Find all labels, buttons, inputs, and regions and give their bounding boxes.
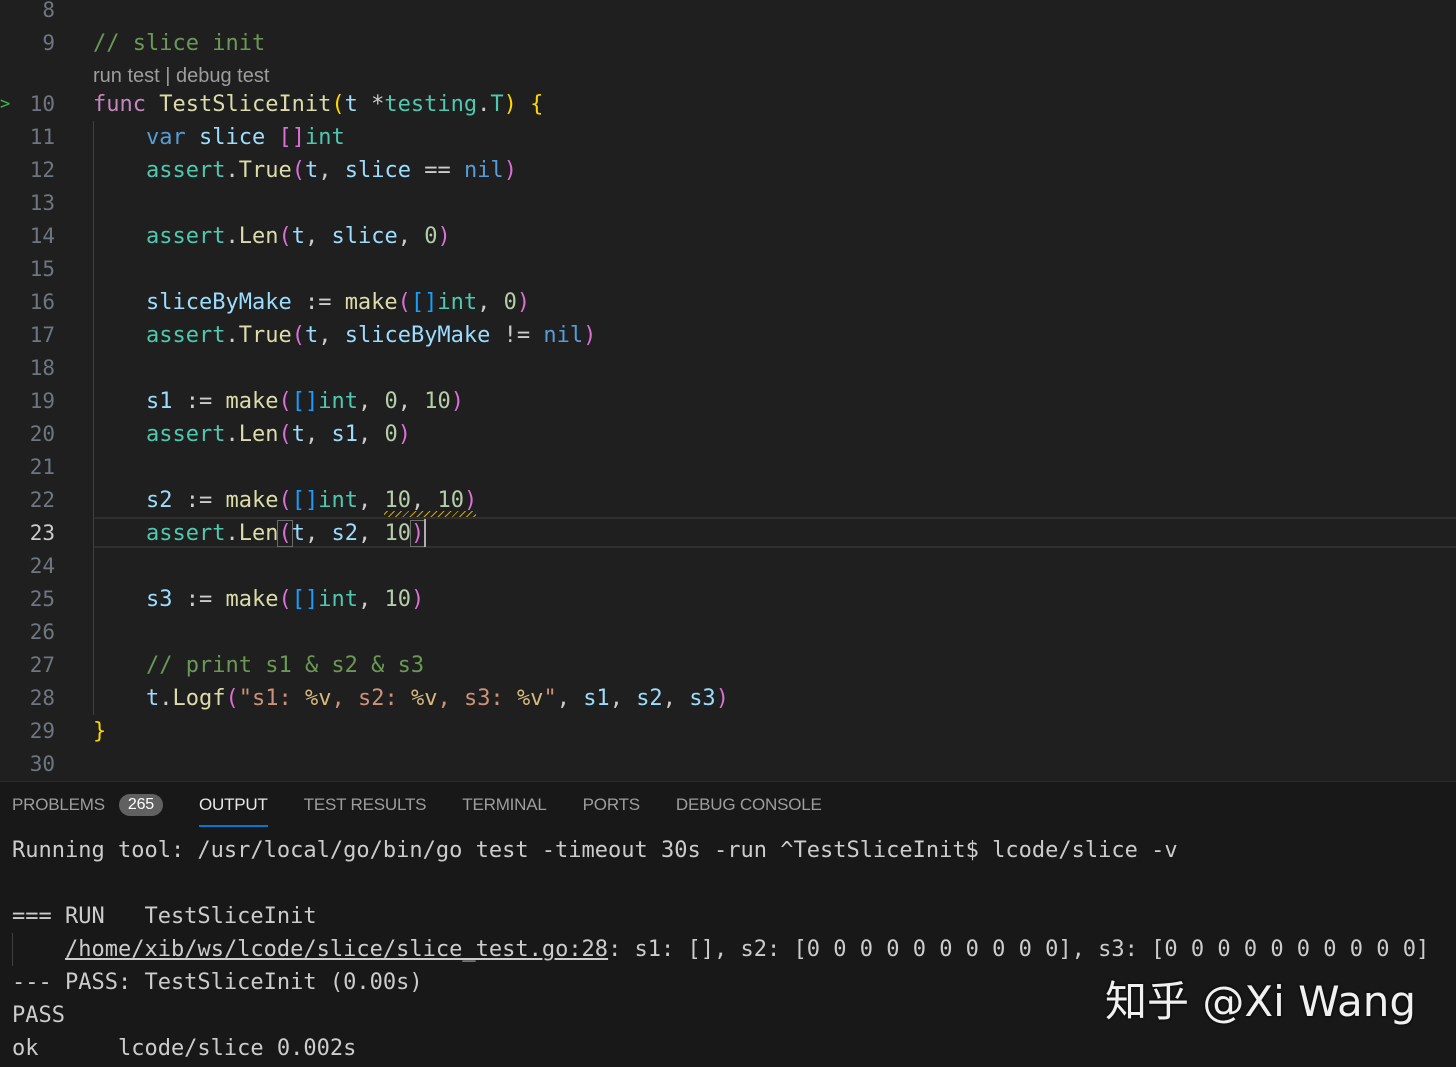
- line-number: 30: [29, 752, 55, 776]
- code-line: 18: [0, 352, 1456, 385]
- output-line-run: === RUN TestSliceInit: [12, 904, 317, 929]
- code-line: 17 assert.True(t, sliceByMake != nil): [0, 319, 1456, 352]
- tab-label: OUTPUT: [198, 795, 268, 814]
- output-line-pass-test: --- PASS: TestSliceInit (0.00s): [12, 970, 423, 995]
- line-number: 21: [29, 455, 55, 479]
- line-number: 9: [42, 31, 55, 55]
- code-editor[interactable]: 8 9 // slice init run test | debug test …: [0, 0, 1456, 781]
- code-line: 24: [0, 550, 1456, 583]
- code-line: 29 }: [0, 715, 1456, 748]
- code-text: }: [93, 719, 107, 744]
- line-number: 11: [29, 125, 55, 149]
- code-line: 22 s2 := make([]int, 10, 10): [0, 484, 1456, 517]
- code-line: 19 s1 := make([]int, 0, 10): [0, 385, 1456, 418]
- line-number: 24: [29, 554, 55, 578]
- line-number: 23: [29, 521, 55, 545]
- source-file-link[interactable]: /home/xib/ws/lcode/slice/slice_test.go:2…: [65, 937, 608, 962]
- code-text: s3 := make([]int, 10): [146, 587, 425, 612]
- tab-label: PORTS: [582, 795, 640, 814]
- code-line: 21: [0, 451, 1456, 484]
- tab-label: PROBLEMS: [12, 795, 105, 814]
- line-number: 14: [29, 224, 55, 248]
- tab-ports[interactable]: PORTS: [583, 782, 640, 828]
- line-number: 13: [29, 191, 55, 215]
- code-text: assert.Len(t, s2, 10): [146, 520, 426, 547]
- code-line: 12 assert.True(t, slice == nil): [0, 154, 1456, 187]
- code-line: 30: [0, 748, 1456, 781]
- code-line: > 10 func TestSliceInit(t *testing.T) {: [0, 88, 1456, 121]
- code-line: 20 assert.Len(t, s1, 0): [0, 418, 1456, 451]
- code-line: 26: [0, 616, 1456, 649]
- code-line: 28 t.Logf("s1: %v, s2: %v, s3: %v", s1, …: [0, 682, 1456, 715]
- code-line: 16 sliceByMake := make([]int, 0): [0, 286, 1456, 319]
- line-number: 18: [29, 356, 55, 380]
- line-number: 12: [29, 158, 55, 182]
- code-line: 27 // print s1 & s2 & s3: [0, 649, 1456, 682]
- panel-tabs: PROBLEMS 265 OUTPUT TEST RESULTS TERMINA…: [12, 782, 858, 828]
- code-line: 23 assert.Len(t, s2, 10): [0, 517, 1456, 550]
- tab-label: DEBUG CONSOLE: [675, 795, 822, 814]
- text-cursor: [424, 519, 426, 547]
- code-text: func TestSliceInit(t *testing.T) {: [93, 92, 544, 117]
- line-number: 8: [42, 0, 55, 22]
- line-number: 19: [29, 389, 55, 413]
- code-text: assert.Len(t, slice, 0): [146, 224, 451, 249]
- code-text: assert.True(t, slice == nil): [146, 158, 517, 183]
- code-line: 8: [0, 0, 1456, 27]
- output-line-ok: ok lcode/slice 0.002s: [12, 1036, 357, 1061]
- indent-guide: [93, 121, 94, 715]
- line-number: 10: [29, 92, 55, 116]
- zhihu-watermark: 知乎 @Xi Wang: [1104, 977, 1416, 1026]
- line-number: 20: [29, 422, 55, 446]
- tab-output[interactable]: OUTPUT: [198, 782, 268, 828]
- code-line: 15: [0, 253, 1456, 286]
- code-text: assert.Len(t, s1, 0): [146, 422, 411, 447]
- log-message: : s1: [], s2: [0 0 0 0 0 0 0 0 0 0], s3:…: [608, 937, 1430, 962]
- code-text: t.Logf("s1: %v, s2: %v, s3: %v", s1, s2,…: [146, 686, 729, 711]
- output-line-running-tool: Running tool: /usr/local/go/bin/go test …: [12, 838, 1178, 863]
- code-text: var slice []int: [146, 125, 345, 150]
- tab-problems[interactable]: PROBLEMS 265: [12, 782, 163, 828]
- comment: // slice init: [93, 31, 266, 56]
- line-number: 25: [29, 587, 55, 611]
- tab-test-results[interactable]: TEST RESULTS: [304, 782, 427, 828]
- line-number: 22: [29, 488, 55, 512]
- code-line: 25 s3 := make([]int, 10): [0, 583, 1456, 616]
- code-line: 14 assert.Len(t, slice, 0): [0, 220, 1456, 253]
- code-line: 9 // slice init: [0, 27, 1456, 60]
- code-line: 13: [0, 187, 1456, 220]
- tab-label: TERMINAL: [462, 795, 547, 814]
- code-text: assert.True(t, sliceByMake != nil): [146, 323, 597, 348]
- line-number: 28: [29, 686, 55, 710]
- line-number: 15: [29, 257, 55, 281]
- tab-label: TEST RESULTS: [303, 795, 427, 814]
- line-number: 26: [29, 620, 55, 644]
- line-number: 16: [29, 290, 55, 314]
- line-number: 27: [29, 653, 55, 677]
- output-indent-guide: [12, 933, 13, 966]
- tab-debug-console[interactable]: DEBUG CONSOLE: [676, 782, 822, 828]
- problems-count-badge: 265: [118, 794, 163, 816]
- code-text: s1 := make([]int, 0, 10): [146, 389, 464, 414]
- comment: // print s1 & s2 & s3: [146, 653, 425, 678]
- code-text: sliceByMake := make([]int, 0): [146, 290, 531, 315]
- output-line-pass: PASS: [12, 1003, 65, 1028]
- output-line-log: /home/xib/ws/lcode/slice/slice_test.go:2…: [65, 933, 1429, 966]
- line-number: 29: [29, 719, 55, 743]
- line-number: 17: [29, 323, 55, 347]
- code-line: 11 var slice []int: [0, 121, 1456, 154]
- tab-terminal[interactable]: TERMINAL: [462, 782, 547, 828]
